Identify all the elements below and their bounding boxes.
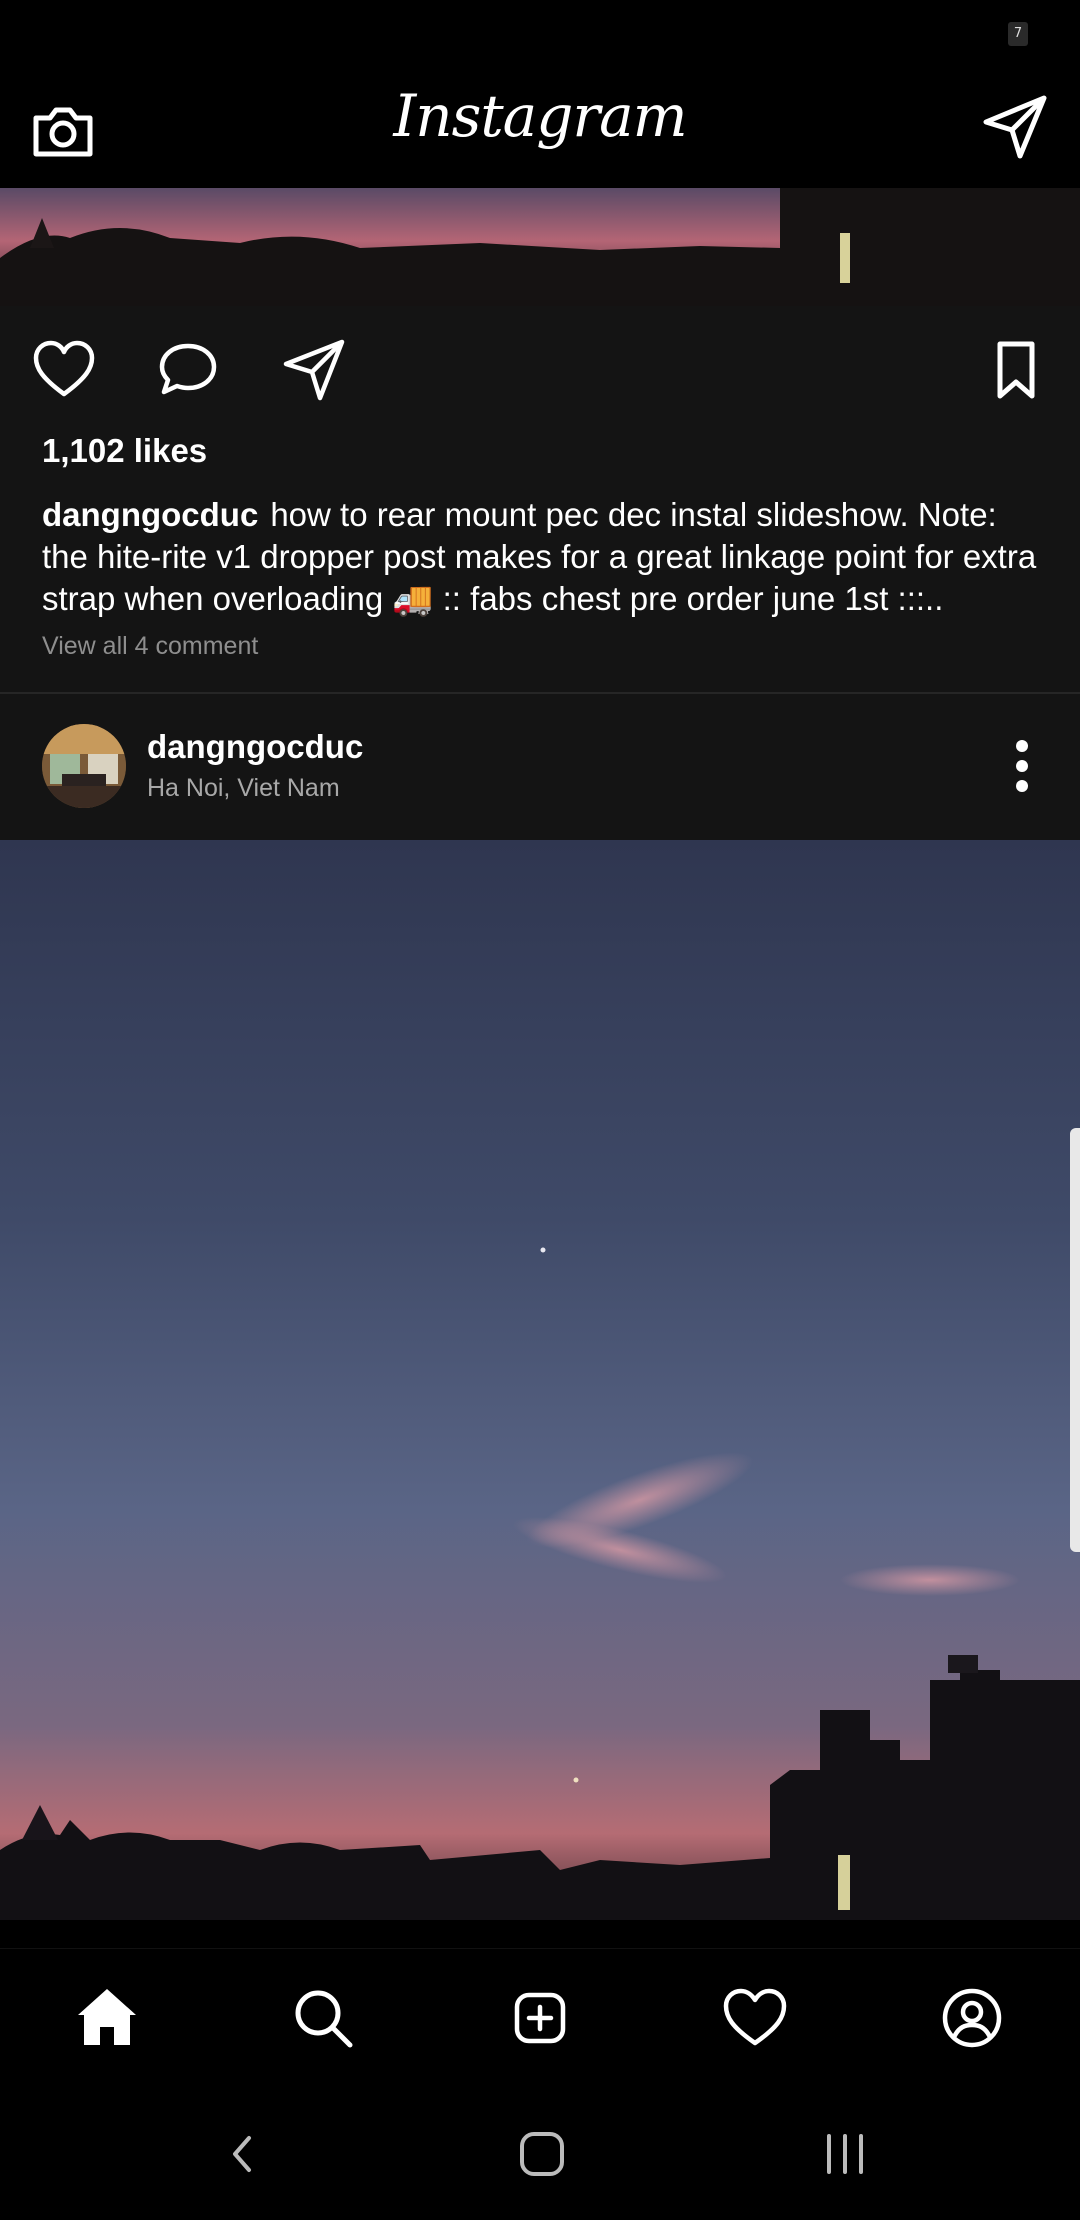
- recents-icon[interactable]: [815, 2124, 875, 2184]
- heart-icon[interactable]: [32, 338, 96, 402]
- profile-icon[interactable]: [937, 1983, 1007, 2053]
- likes-count[interactable]: 1,102 likes: [42, 432, 207, 470]
- view-comments-link[interactable]: View all 4 comment: [42, 632, 258, 661]
- post-header: dangngocduc Ha Noi, Viet Nam: [0, 694, 1080, 840]
- system-navigation: [0, 2086, 1080, 2220]
- post-photo[interactable]: [0, 840, 1080, 1920]
- avatar[interactable]: [42, 724, 126, 808]
- bookmark-icon[interactable]: [986, 338, 1046, 402]
- caption-username[interactable]: dangngocduc: [42, 496, 258, 533]
- activity-heart-icon[interactable]: [720, 1983, 790, 2053]
- app-header: Instagram: [0, 70, 1080, 188]
- comment-icon[interactable]: [156, 338, 220, 402]
- app-title: Instagram: [393, 82, 687, 150]
- search-icon[interactable]: [288, 1983, 358, 2053]
- back-icon[interactable]: [213, 2124, 273, 2184]
- scroll-handle[interactable]: [1070, 1128, 1080, 1552]
- bottom-navigation: [0, 1948, 1080, 2087]
- post-username[interactable]: dangngocduc: [147, 728, 363, 766]
- post-location[interactable]: Ha Noi, Viet Nam: [147, 774, 340, 803]
- home-button-icon[interactable]: [512, 2124, 572, 2184]
- more-vertical-icon[interactable]: [1010, 738, 1034, 794]
- add-post-icon[interactable]: [505, 1983, 575, 2053]
- status-bar: 7: [0, 0, 1080, 70]
- notification-icon: 7: [1008, 22, 1028, 46]
- direct-message-icon[interactable]: [980, 92, 1050, 162]
- home-icon[interactable]: [72, 1983, 142, 2053]
- post-caption: dangngocduc how to rear mount pec dec ins…: [42, 494, 1042, 620]
- previous-post-photo: [0, 188, 1080, 306]
- share-icon[interactable]: [282, 338, 346, 402]
- post-actions-area: 1,102 likes dangngocduc how to rear mount…: [0, 306, 1080, 694]
